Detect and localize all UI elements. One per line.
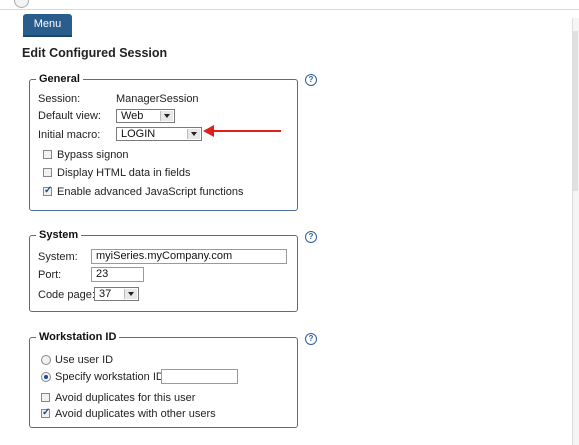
bypass-signon-label: Bypass signon <box>57 149 129 161</box>
system-help-icon[interactable]: ? <box>305 231 317 243</box>
enable-js-checkbox[interactable] <box>43 185 52 196</box>
display-html-checkbox[interactable] <box>43 168 52 177</box>
default-view-label: Default view: <box>38 110 101 122</box>
system-legend: System <box>36 229 82 241</box>
avoid-dup-user-label: Avoid duplicates for this user <box>55 392 196 404</box>
bypass-signon-checkbox[interactable] <box>43 150 52 159</box>
avoid-dup-others-label: Avoid duplicates with other users <box>55 408 216 420</box>
initial-macro-select[interactable]: LOGIN <box>116 127 202 141</box>
chevron-down-icon <box>124 289 137 299</box>
page-title: Edit Configured Session <box>22 46 168 60</box>
annotation-arrow-icon <box>203 125 214 137</box>
system-fieldset: System System: myiSeries.myCompany.com P… <box>29 229 298 312</box>
specify-id-label: Specify workstation ID <box>55 371 164 383</box>
chevron-down-icon <box>187 129 200 139</box>
specify-id-radio[interactable] <box>41 372 51 382</box>
chevron-down-icon <box>160 111 173 121</box>
initial-macro-value: LOGIN <box>121 128 156 140</box>
workstation-legend: Workstation ID <box>36 331 120 343</box>
system-label: System: <box>38 251 78 263</box>
general-legend: General <box>36 73 83 85</box>
code-page-value: 37 <box>99 288 112 300</box>
annotation-arrow-line <box>213 130 281 132</box>
general-help-icon[interactable]: ? <box>305 74 317 86</box>
code-page-select[interactable]: 37 <box>94 287 139 301</box>
system-input[interactable]: myiSeries.myCompany.com <box>91 249 287 264</box>
initial-macro-label: Initial macro: <box>38 129 101 141</box>
workstation-help-icon[interactable]: ? <box>305 333 317 345</box>
enable-js-label: Enable advanced JavaScript functions <box>57 186 244 198</box>
port-label: Port: <box>38 269 62 281</box>
default-view-select[interactable]: Web <box>116 109 175 123</box>
use-user-id-radio[interactable] <box>41 355 51 365</box>
use-user-id-label: Use user ID <box>55 354 114 366</box>
avoid-dup-user-checkbox[interactable] <box>41 393 50 402</box>
menu-button[interactable]: Menu <box>23 14 72 35</box>
workstation-id-input[interactable] <box>161 369 238 384</box>
scrollbar-thumb[interactable] <box>573 31 578 191</box>
window-top-edge <box>0 0 579 10</box>
port-input[interactable]: 23 <box>91 267 144 282</box>
display-html-label: Display HTML data in fields <box>57 167 191 179</box>
avoid-dup-others-checkbox[interactable] <box>41 407 50 418</box>
menu-underline <box>23 35 72 37</box>
general-fieldset: General Session: ManagerSession Default … <box>29 73 298 211</box>
code-page-label: Code page: <box>38 289 95 301</box>
workstation-fieldset: Workstation ID Use user ID Specify works… <box>29 331 298 428</box>
session-label: Session: <box>38 93 81 105</box>
session-value: ManagerSession <box>116 93 199 105</box>
default-view-value: Web <box>121 110 144 122</box>
